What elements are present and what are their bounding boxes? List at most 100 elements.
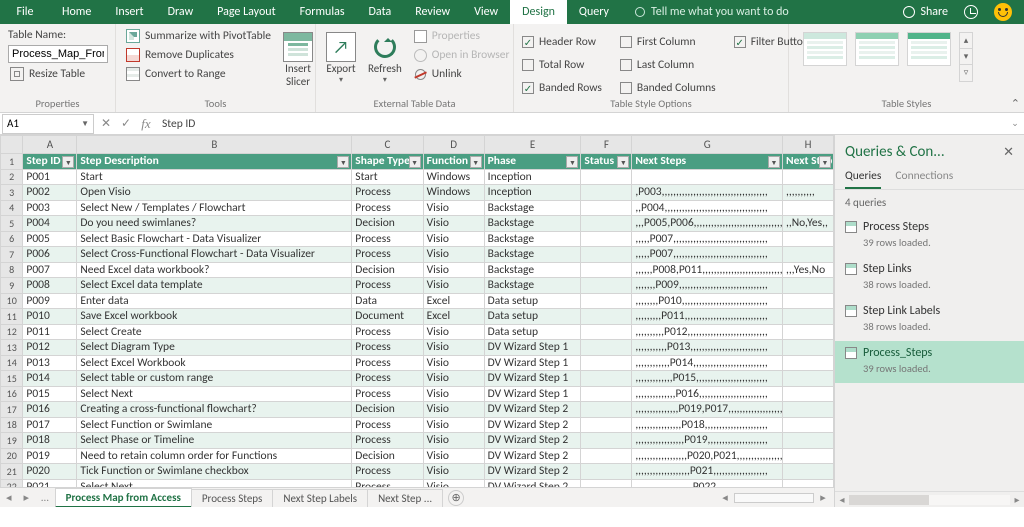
cell[interactable]: Select Phase or Timeline (77, 433, 352, 449)
row-header[interactable]: 7 (1, 247, 23, 263)
cell[interactable]: P009 (23, 293, 77, 309)
row-header[interactable]: 15 (1, 371, 23, 387)
tab-nav-prev[interactable]: ◂ (0, 491, 18, 504)
cell[interactable]: Select Next (77, 479, 352, 487)
cell[interactable]: DV Wizard Step 2 (484, 448, 581, 464)
add-sheet-button[interactable]: ⊕ (448, 490, 464, 506)
ribbon-tab-home[interactable]: Home (50, 0, 103, 24)
cell[interactable]: ,,,,,,,,,,P012,,,,,,,,,,,,,,,,,,,,,,,,,,… (632, 324, 783, 340)
cell[interactable]: P013 (23, 355, 77, 371)
cell[interactable]: DV Wizard Step 2 (484, 433, 581, 449)
filter-dropdown-icon[interactable]: ▼ (409, 156, 421, 168)
cell[interactable]: Data setup (484, 293, 581, 309)
cell[interactable]: DV Wizard Step 1 (484, 355, 581, 371)
cell[interactable]: Select Next (77, 386, 352, 402)
select-all-cell[interactable] (1, 136, 23, 154)
cell[interactable]: Do you need swimlanes? (77, 216, 352, 232)
row-header[interactable]: 14 (1, 355, 23, 371)
cell[interactable]: P002 (23, 185, 77, 201)
cell[interactable]: ,,,,,,,,,,,,,,,,,,,P021,,,,,,,,,,,,,,,,,… (632, 464, 783, 480)
cell[interactable] (581, 200, 632, 216)
cell[interactable]: ,,,,,,,,,P011,,,,,,,,,,,,,,,,,,,,,,,,,,,… (632, 309, 783, 325)
cell[interactable] (581, 479, 632, 487)
cell[interactable]: P008 (23, 278, 77, 294)
banded-columns-checkbox[interactable]: Banded Columns (620, 78, 716, 98)
cell[interactable]: DV Wizard Step 2 (484, 402, 581, 418)
pane-hscroll-left[interactable]: ◂ (835, 493, 849, 506)
cell[interactable] (581, 216, 632, 232)
cell[interactable]: Data (352, 293, 423, 309)
cell[interactable]: P021 (23, 479, 77, 487)
cell[interactable]: ,,,,,,,,,,,,,,,,,,,,P022,,,,,,,,,,,,,,,,… (632, 479, 783, 487)
row-header[interactable]: 3 (1, 185, 23, 201)
cell[interactable]: Process (352, 355, 423, 371)
table-header[interactable]: Status▼ (581, 154, 632, 170)
cell[interactable]: Backstage (484, 231, 581, 247)
expand-formula-bar[interactable]: ⌄ (1006, 118, 1024, 129)
cell[interactable] (783, 169, 834, 185)
tab-nav-more[interactable]: … (35, 491, 55, 504)
cell[interactable]: Process (352, 324, 423, 340)
filter-dropdown-icon[interactable]: ▼ (470, 156, 482, 168)
cell[interactable]: Visio (423, 402, 484, 418)
cell[interactable] (581, 247, 632, 263)
cell[interactable]: Backstage (484, 262, 581, 278)
cell[interactable]: Select table or custom range (77, 371, 352, 387)
table-style-swatch[interactable] (907, 32, 951, 66)
cell[interactable]: Decision (352, 216, 423, 232)
col-header-E[interactable]: E (484, 136, 581, 154)
sheet-tab[interactable]: Next Step ... (367, 489, 443, 507)
row-header[interactable]: 11 (1, 309, 23, 325)
cell[interactable] (783, 417, 834, 433)
file-tab[interactable]: File (0, 0, 50, 24)
cell[interactable]: Select New / Templates / Flowchart (77, 200, 352, 216)
cell[interactable]: DV Wizard Step 1 (484, 371, 581, 387)
cell[interactable]: DV Wizard Step 2 (484, 417, 581, 433)
cell[interactable] (581, 278, 632, 294)
ribbon-tab-page-layout[interactable]: Page Layout (205, 0, 287, 24)
pane-hscroll-right[interactable]: ▸ (1010, 493, 1024, 506)
cell[interactable] (581, 340, 632, 356)
cell[interactable]: Tick Function or Swimlane checkbox (77, 464, 352, 480)
feedback-smile-icon[interactable] (994, 3, 1012, 21)
cell[interactable]: Process (352, 185, 423, 201)
cell[interactable] (632, 169, 783, 185)
row-header[interactable]: 21 (1, 464, 23, 480)
cell[interactable] (783, 278, 834, 294)
remove-duplicates-button[interactable]: Remove Duplicates (124, 47, 273, 63)
col-header-B[interactable]: B (77, 136, 352, 154)
cell[interactable]: P006 (23, 247, 77, 263)
cell[interactable]: P010 (23, 309, 77, 325)
insert-slicer-button[interactable]: Insert Slicer (281, 28, 315, 92)
cell[interactable]: P016 (23, 402, 77, 418)
query-item[interactable]: Step Links38 rows loaded. (835, 257, 1024, 299)
cell[interactable]: Creating a cross-functional flowchart? (77, 402, 352, 418)
style-scroll-up[interactable]: ▴ (960, 33, 972, 49)
cell[interactable]: Process (352, 247, 423, 263)
col-header-A[interactable]: A (23, 136, 77, 154)
cell[interactable]: Visio (423, 200, 484, 216)
cell[interactable]: Excel (423, 309, 484, 325)
cell[interactable]: ,,,,,,,,,,,,P014,,,,,,,,,,,,,,,,,,,,,,,,… (632, 355, 783, 371)
cell[interactable]: Process (352, 479, 423, 487)
cell[interactable] (783, 340, 834, 356)
cell[interactable]: P011 (23, 324, 77, 340)
cell[interactable]: Inception (484, 169, 581, 185)
cell[interactable]: Process (352, 417, 423, 433)
cell[interactable]: ,,,P005,P006,,,,,,,,,,,,,,,,,,,,,,,,,,,,… (632, 216, 783, 232)
cell[interactable]: Backstage (484, 200, 581, 216)
cell[interactable]: Start (352, 169, 423, 185)
cell[interactable]: ,,No,Yes,, (783, 216, 834, 232)
row-header[interactable]: 8 (1, 262, 23, 278)
row-header[interactable]: 10 (1, 293, 23, 309)
cell[interactable]: Select Create (77, 324, 352, 340)
cell[interactable]: P012 (23, 340, 77, 356)
cell[interactable]: ,,P004,,,,,,,,,,,,,,,,,,,,,,,,,,,,,,,,,,… (632, 200, 783, 216)
cell[interactable]: Process (352, 200, 423, 216)
cell[interactable] (783, 433, 834, 449)
cell[interactable]: Document (352, 309, 423, 325)
cell[interactable]: ,,,,,,,,,,,,,P015,,,,,,,,,,,,,,,,,,,,,,,… (632, 371, 783, 387)
share-button[interactable]: Share (903, 5, 948, 19)
cell[interactable] (581, 371, 632, 387)
col-header-H[interactable]: H (783, 136, 834, 154)
